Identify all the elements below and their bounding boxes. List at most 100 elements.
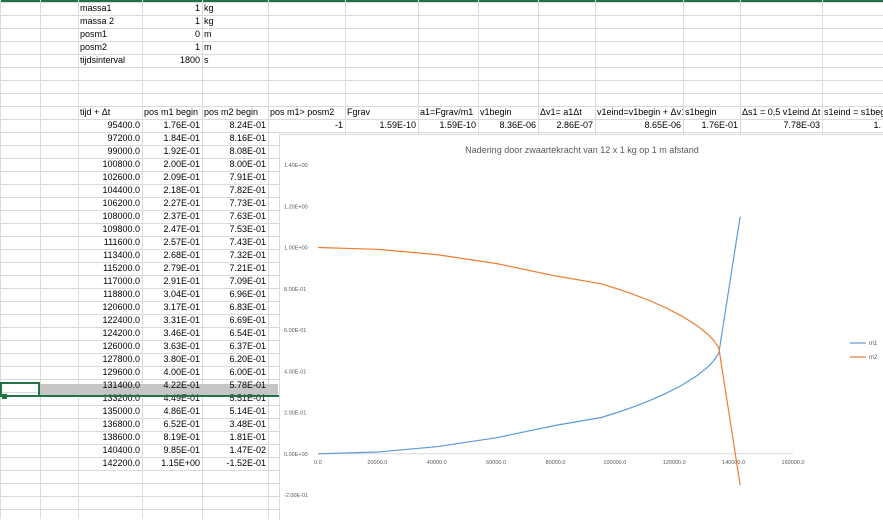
- data-cell[interactable]: 2.68E-01: [142, 249, 202, 262]
- param-value-cell[interactable]: 1: [142, 41, 202, 54]
- data-cell[interactable]: 100800.0: [78, 158, 142, 171]
- column-header-cell[interactable]: Fgrav: [345, 106, 418, 119]
- column-header-cell[interactable]: v1eind=v1begin + Δv1: [595, 106, 683, 119]
- param-unit-cell[interactable]: kg: [202, 2, 268, 15]
- column-header-cell[interactable]: v1begin: [478, 106, 538, 119]
- first-row-cell[interactable]: 2.86E-07: [538, 119, 595, 132]
- data-cell[interactable]: 9.85E-01: [142, 444, 202, 457]
- first-row-cell[interactable]: 8.36E-06: [478, 119, 538, 132]
- data-cell[interactable]: 6.83E-01: [202, 301, 268, 314]
- data-cell[interactable]: 124200.0: [78, 327, 142, 340]
- column-header-cell[interactable]: pos m2 begin: [202, 106, 268, 119]
- param-label-cell[interactable]: massa1: [78, 2, 142, 15]
- first-row-cell[interactable]: -1: [268, 119, 345, 132]
- param-value-cell[interactable]: 1800: [142, 54, 202, 67]
- data-cell[interactable]: 6.54E-01: [202, 327, 268, 340]
- param-value-cell[interactable]: 1: [142, 15, 202, 28]
- data-cell[interactable]: 108000.0: [78, 210, 142, 223]
- column-header-cell[interactable]: pos m1> posm2: [268, 106, 345, 119]
- first-row-cell[interactable]: 1.59E-10: [418, 119, 478, 132]
- data-cell[interactable]: 2.79E-01: [142, 262, 202, 275]
- data-cell[interactable]: 1.81E-01: [202, 431, 268, 444]
- data-cell[interactable]: 127800.0: [78, 353, 142, 366]
- data-cell[interactable]: 140400.0: [78, 444, 142, 457]
- data-cell[interactable]: 117000.0: [78, 275, 142, 288]
- data-cell[interactable]: 4.22E-01: [142, 379, 202, 392]
- param-unit-cell[interactable]: kg: [202, 15, 268, 28]
- data-cell[interactable]: 97200.0: [78, 132, 142, 145]
- column-header-cell[interactable]: pos m1 begin: [142, 106, 202, 119]
- data-cell[interactable]: 8.19E-01: [142, 431, 202, 444]
- data-cell[interactable]: 3.04E-01: [142, 288, 202, 301]
- data-cell[interactable]: 7.43E-01: [202, 236, 268, 249]
- data-cell[interactable]: 1.92E-01: [142, 145, 202, 158]
- data-cell[interactable]: -1.52E-01: [202, 457, 268, 470]
- data-cell[interactable]: 2.27E-01: [142, 197, 202, 210]
- param-unit-cell[interactable]: s: [202, 54, 268, 67]
- data-cell[interactable]: 135000.0: [78, 405, 142, 418]
- data-cell[interactable]: 7.82E-01: [202, 184, 268, 197]
- data-cell[interactable]: 136800.0: [78, 418, 142, 431]
- data-cell[interactable]: 5.78E-01: [202, 379, 268, 392]
- data-cell[interactable]: 7.53E-01: [202, 223, 268, 236]
- param-label-cell[interactable]: posm1: [78, 28, 142, 41]
- data-cell[interactable]: 2.47E-01: [142, 223, 202, 236]
- data-cell[interactable]: 5.51E-01: [202, 392, 268, 405]
- data-cell[interactable]: 8.08E-01: [202, 145, 268, 158]
- data-cell[interactable]: 3.80E-01: [142, 353, 202, 366]
- data-cell[interactable]: 7.91E-01: [202, 171, 268, 184]
- data-cell[interactable]: 2.57E-01: [142, 236, 202, 249]
- chart-object[interactable]: Nadering door zwaartekracht van 12 x 1 k…: [279, 134, 883, 520]
- data-cell[interactable]: 115200.0: [78, 262, 142, 275]
- column-header-cell[interactable]: s1eind = s1begi: [822, 106, 883, 119]
- data-cell[interactable]: 104400.0: [78, 184, 142, 197]
- data-cell[interactable]: 3.31E-01: [142, 314, 202, 327]
- data-cell[interactable]: 3.48E-01: [202, 418, 268, 431]
- column-header-cell[interactable]: a1=Fgrav/m1: [418, 106, 478, 119]
- first-row-cell[interactable]: 1.76E-01: [142, 119, 202, 132]
- data-cell[interactable]: 8.16E-01: [202, 132, 268, 145]
- data-cell[interactable]: 2.37E-01: [142, 210, 202, 223]
- data-cell[interactable]: 106200.0: [78, 197, 142, 210]
- data-cell[interactable]: 129600.0: [78, 366, 142, 379]
- data-cell[interactable]: 142200.0: [78, 457, 142, 470]
- data-cell[interactable]: 6.96E-01: [202, 288, 268, 301]
- data-cell[interactable]: 122400.0: [78, 314, 142, 327]
- data-cell[interactable]: 3.63E-01: [142, 340, 202, 353]
- first-row-cell[interactable]: 8.65E-06: [595, 119, 683, 132]
- first-row-cell[interactable]: 1.: [822, 119, 883, 132]
- data-cell[interactable]: 4.49E-01: [142, 392, 202, 405]
- column-header-cell[interactable]: Δs1 = 0,5 v1eind Δt: [740, 106, 822, 119]
- data-cell[interactable]: 6.00E-01: [202, 366, 268, 379]
- column-header-cell[interactable]: tijd + Δt: [78, 106, 142, 119]
- first-row-cell[interactable]: 1.59E-10: [345, 119, 418, 132]
- data-cell[interactable]: 7.73E-01: [202, 197, 268, 210]
- param-unit-cell[interactable]: m: [202, 41, 268, 54]
- param-label-cell[interactable]: tijdsinterval: [78, 54, 142, 67]
- data-cell[interactable]: 131400.0: [78, 379, 142, 392]
- data-cell[interactable]: 7.09E-01: [202, 275, 268, 288]
- data-cell[interactable]: 2.18E-01: [142, 184, 202, 197]
- data-cell[interactable]: 2.91E-01: [142, 275, 202, 288]
- data-cell[interactable]: 1.47E-02: [202, 444, 268, 457]
- data-cell[interactable]: 133200.0: [78, 392, 142, 405]
- data-cell[interactable]: 3.17E-01: [142, 301, 202, 314]
- data-cell[interactable]: 138600.0: [78, 431, 142, 444]
- data-cell[interactable]: 5.14E-01: [202, 405, 268, 418]
- data-cell[interactable]: 99000.0: [78, 145, 142, 158]
- data-cell[interactable]: 6.20E-01: [202, 353, 268, 366]
- param-unit-cell[interactable]: m: [202, 28, 268, 41]
- data-cell[interactable]: 4.86E-01: [142, 405, 202, 418]
- data-cell[interactable]: 6.52E-01: [142, 418, 202, 431]
- data-cell[interactable]: 6.69E-01: [202, 314, 268, 327]
- data-cell[interactable]: 4.00E-01: [142, 366, 202, 379]
- data-cell[interactable]: 8.00E-01: [202, 158, 268, 171]
- data-cell[interactable]: 2.09E-01: [142, 171, 202, 184]
- data-cell[interactable]: 3.46E-01: [142, 327, 202, 340]
- data-cell[interactable]: 7.32E-01: [202, 249, 268, 262]
- param-label-cell[interactable]: massa 2: [78, 15, 142, 28]
- fill-handle[interactable]: [2, 394, 7, 399]
- data-cell[interactable]: 6.37E-01: [202, 340, 268, 353]
- data-cell[interactable]: 109800.0: [78, 223, 142, 236]
- data-cell[interactable]: 7.63E-01: [202, 210, 268, 223]
